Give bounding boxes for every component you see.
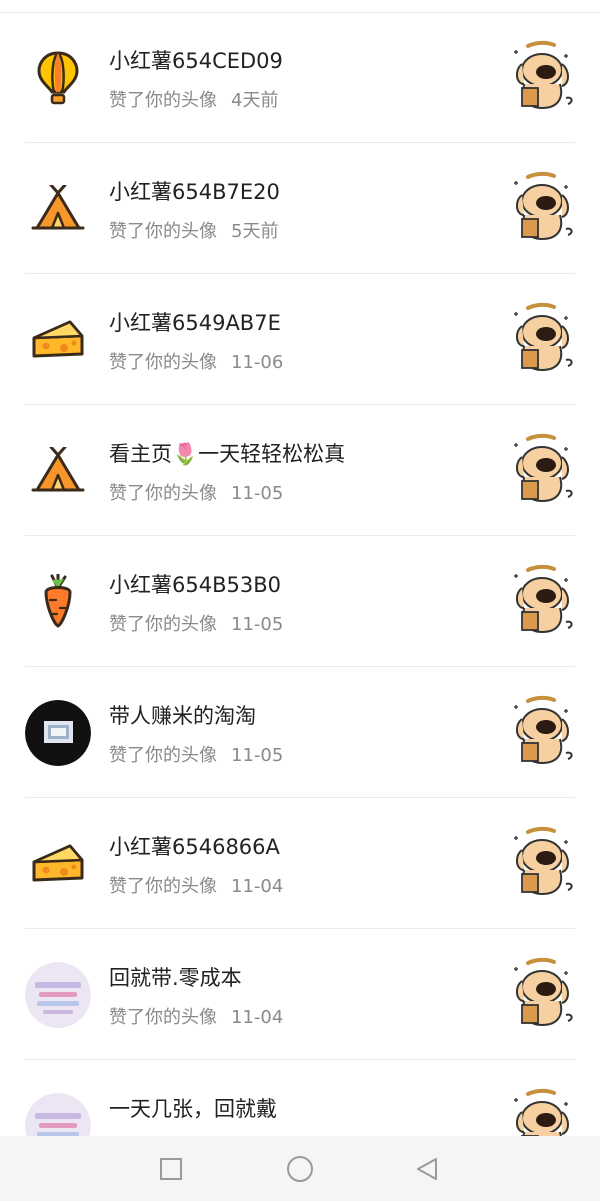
cheese-icon	[30, 842, 86, 886]
dog-sticker-icon	[514, 40, 573, 110]
action-text: 赞了你的头像	[109, 1007, 217, 1028]
timestamp: 11-06	[231, 352, 284, 373]
notification-detail: 赞了你的头像 11-05	[109, 610, 283, 636]
dog-sticker-icon	[514, 695, 573, 765]
action-text: 赞了你的头像	[109, 483, 217, 504]
notification-detail: 赞了你的头像 5天前	[109, 217, 278, 243]
notification-row[interactable]: 看主页🌷一天轻轻松松真赞了你的头像 11-05	[0, 405, 600, 536]
liked-photo-thumbnail[interactable]	[508, 302, 576, 374]
user-avatar[interactable]	[25, 700, 91, 766]
user-avatar[interactable]	[25, 45, 91, 111]
liked-photo-thumbnail[interactable]	[508, 564, 576, 636]
notification-row[interactable]: 回就带.零成本赞了你的头像 11-04	[0, 929, 600, 1060]
liked-photo-thumbnail[interactable]	[508, 433, 576, 505]
user-avatar[interactable]	[25, 831, 91, 897]
notification-row[interactable]: 小红薯654B7E20 赞了你的头像 5天前	[0, 143, 600, 274]
liked-photo-thumbnail[interactable]	[508, 826, 576, 898]
notification-detail: 赞了你的头像 11-05	[109, 741, 283, 767]
notification-detail: 赞了你的头像 11-06	[109, 348, 283, 374]
action-text: 赞了你的头像	[109, 614, 217, 635]
carrot-icon	[38, 574, 78, 630]
dog-sticker-icon	[514, 302, 573, 372]
user-avatar[interactable]	[25, 176, 91, 242]
action-text: 赞了你的头像	[109, 221, 217, 242]
liked-photo-thumbnail[interactable]	[508, 957, 576, 1029]
hot-air-balloon-icon	[34, 50, 82, 106]
username[interactable]: 小红薯654B53B0	[109, 569, 281, 599]
username[interactable]: 小红薯6546866A	[109, 831, 280, 861]
username[interactable]: 回就带.零成本	[109, 962, 242, 992]
liked-photo-thumbnail[interactable]	[508, 695, 576, 767]
username[interactable]: 带人赚米的淘淘	[109, 700, 256, 730]
notification-detail: 赞了你的头像 11-05	[109, 479, 283, 505]
timestamp: 11-04	[231, 1007, 284, 1028]
circle-icon	[287, 1156, 313, 1182]
timestamp: 5天前	[231, 221, 279, 242]
timestamp: 11-05	[231, 483, 284, 504]
action-text: 赞了你的头像	[109, 352, 217, 373]
notification-row[interactable]: 小红薯6546866A 赞了你的头像 11-04	[0, 798, 600, 929]
notification-row[interactable]: 小红薯6549AB7E 赞了你的头像 11-06	[0, 274, 600, 405]
dog-sticker-icon	[514, 957, 573, 1027]
notification-detail: 赞了你的头像 4天前	[109, 86, 278, 112]
tent-icon	[31, 447, 85, 495]
timestamp: 4天前	[231, 90, 279, 111]
action-text: 赞了你的头像	[109, 745, 217, 766]
home-button[interactable]	[283, 1152, 317, 1186]
dog-sticker-icon	[514, 433, 573, 503]
liked-photo-thumbnail[interactable]	[508, 171, 576, 243]
action-text: 赞了你的头像	[109, 876, 217, 897]
dog-sticker-icon	[514, 564, 573, 634]
dark-photo-avatar-icon	[25, 700, 91, 766]
notification-row[interactable]: 小红薯654B53B0 赞了你的头像 11-05	[0, 536, 600, 667]
notification-row[interactable]: 小红薯654CED09 赞了你的头像 4天前	[0, 12, 600, 143]
system-nav-bar	[0, 1136, 600, 1201]
user-avatar[interactable]	[25, 962, 91, 1028]
cheese-icon	[30, 318, 86, 362]
triangle-back-icon	[417, 1158, 437, 1180]
notification-list: 小红薯654CED09 赞了你的头像 4天前 小红薯654B7E20 赞了你的头像 5天…	[0, 12, 600, 1191]
username[interactable]: 小红薯654CED09	[109, 45, 283, 75]
notification-row[interactable]: 带人赚米的淘淘赞了你的头像 11-05	[0, 667, 600, 798]
dog-sticker-icon	[514, 826, 573, 896]
username[interactable]: 一天几张，回就戴	[109, 1093, 277, 1123]
username[interactable]: 看主页🌷一天轻轻松松真	[109, 438, 345, 468]
action-text: 赞了你的头像	[109, 90, 217, 111]
notification-detail: 赞了你的头像 11-04	[109, 872, 283, 898]
notification-detail: 赞了你的头像 11-04	[109, 1003, 283, 1029]
timestamp: 11-05	[231, 614, 284, 635]
square-icon	[160, 1158, 182, 1180]
timestamp: 11-04	[231, 876, 284, 897]
back-button[interactable]	[410, 1152, 444, 1186]
user-avatar[interactable]	[25, 569, 91, 635]
username[interactable]: 小红薯6549AB7E	[109, 307, 281, 337]
dog-sticker-icon	[514, 171, 573, 241]
username[interactable]: 小红薯654B7E20	[109, 176, 280, 206]
photo-avatar-icon	[25, 962, 91, 1028]
tent-icon	[31, 185, 85, 233]
user-avatar[interactable]	[25, 307, 91, 373]
liked-photo-thumbnail[interactable]	[508, 40, 576, 112]
recent-apps-button[interactable]	[154, 1152, 188, 1186]
user-avatar[interactable]	[25, 438, 91, 504]
timestamp: 11-05	[231, 745, 284, 766]
